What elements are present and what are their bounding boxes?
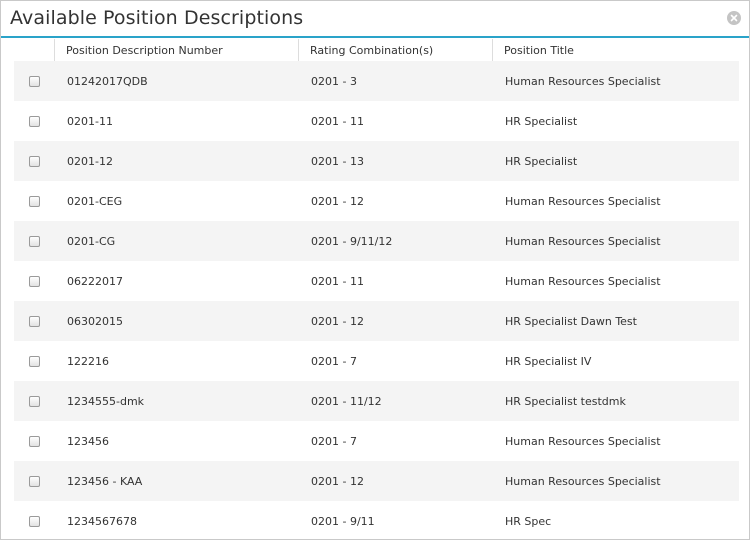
table-row[interactable]: 0201-CEG 0201 - 12 Human Resources Special… [14,181,739,221]
cell-position-title: HR Specialist [505,154,578,168]
row-checkbox-cell [14,275,54,287]
row-checkbox[interactable] [28,315,40,327]
cell-rating-combination: 0201 - 12 [311,194,364,208]
row-checkbox-cell [14,235,54,247]
cell-rating-combination: 0201 - 7 [311,354,357,368]
cell-position-number: 06302015 [67,314,123,328]
table-row[interactable]: 123456 - KAA 0201 - 12 Human Resources Spe… [14,461,739,501]
cell-position-number: 0201-CG [67,234,116,248]
row-checkbox[interactable] [28,515,40,527]
header-checkbox-column [14,39,54,61]
table-row[interactable]: 01242017QDB 0201 - 3 Human Resources Speci… [14,61,739,101]
table-header: Position Description Number Rating Combi… [14,39,739,61]
table-row[interactable]: 06222017 0201 - 11 Human Resources Special… [14,261,739,301]
cell-position-number: 122216 [67,354,109,368]
row-checkbox[interactable] [28,275,40,287]
cell-rating-combination: 0201 - 13 [311,154,364,168]
row-checkbox-cell [14,395,54,407]
row-checkbox-cell [14,155,54,167]
cell-position-title: HR Specialist testdmk [505,394,626,408]
row-checkbox-cell [14,475,54,487]
cell-rating-combination: 0201 - 11/12 [311,394,382,408]
cell-position-number: 06222017 [67,274,123,288]
table-row[interactable]: 0201-11 0201 - 11 HR Specialist [14,101,739,141]
position-descriptions-dialog: Available Position Descriptions Position… [0,0,750,540]
row-checkbox-cell [14,515,54,527]
cell-position-number: 0201-CEG [67,194,123,208]
row-checkbox[interactable] [28,115,40,127]
row-checkbox[interactable] [28,475,40,487]
cell-rating-combination: 0201 - 7 [311,434,357,448]
row-checkbox[interactable] [28,155,40,167]
cell-rating-combination: 0201 - 3 [311,74,357,88]
row-checkbox-cell [14,315,54,327]
cell-position-number: 123456 - KAA [67,474,143,488]
table-row[interactable]: 122216 0201 - 7 HR Specialist IV [14,341,739,381]
table-row[interactable]: 06302015 0201 - 12 HR Specialist Dawn Test [14,301,739,341]
cell-rating-combination: 0201 - 11 [311,274,364,288]
row-checkbox[interactable] [28,435,40,447]
table-row[interactable]: 1234567678 0201 - 9/11 HR Spec [14,501,739,539]
row-checkbox-cell [14,355,54,367]
dialog-title: Available Position Descriptions [10,7,304,29]
cell-rating-combination: 0201 - 9/11 [311,514,375,528]
cell-rating-combination: 0201 - 11 [311,114,364,128]
close-button[interactable] [727,11,741,25]
row-checkbox-cell [14,435,54,447]
cell-position-number: 1234555-dmk [67,394,145,408]
table-row[interactable]: 1234555-dmk 0201 - 11/12 HR Specialist tes… [14,381,739,421]
close-icon [730,14,738,22]
cell-position-title: Human Resources Specialist [505,234,661,248]
cell-position-title: HR Spec [505,514,552,528]
cell-position-title: HR Specialist Dawn Test [505,314,637,328]
cell-position-title: Human Resources Specialist [505,434,661,448]
column-header-rating[interactable]: Rating Combination(s) [298,39,492,61]
row-checkbox[interactable] [28,235,40,247]
column-header-number[interactable]: Position Description Number [54,39,298,61]
row-checkbox-cell [14,195,54,207]
row-checkbox[interactable] [28,395,40,407]
column-header-title[interactable]: Position Title [492,39,739,61]
cell-rating-combination: 0201 - 12 [311,474,364,488]
cell-position-title: HR Specialist [505,114,578,128]
cell-position-title: Human Resources Specialist [505,274,661,288]
table-row[interactable]: 0201-CG 0201 - 9/11/12 Human Resources Spe… [14,221,739,261]
cell-position-number: 01242017QDB [67,74,148,88]
position-descriptions-table: Position Description Number Rating Combi… [14,39,739,539]
table-row[interactable]: 0201-12 0201 - 13 HR Specialist [14,141,739,181]
row-checkbox-cell [14,75,54,87]
row-checkbox-cell [14,115,54,127]
dialog-header: Available Position Descriptions [1,1,749,38]
row-checkbox[interactable] [28,355,40,367]
table-body: 01242017QDB 0201 - 3 Human Resources Speci… [14,61,739,539]
cell-position-number: 1234567678 [67,514,137,528]
table-row[interactable]: 123456 0201 - 7 Human Resources Specialist [14,421,739,461]
cell-rating-combination: 0201 - 9/11/12 [311,234,393,248]
cell-position-number: 123456 [67,434,109,448]
cell-position-title: Human Resources Specialist [505,74,661,88]
row-checkbox[interactable] [28,195,40,207]
cell-rating-combination: 0201 - 12 [311,314,364,328]
cell-position-title: HR Specialist IV [505,354,592,368]
cell-position-title: Human Resources Specialist [505,474,661,488]
cell-position-number: 0201-11 [67,114,113,128]
cell-position-title: Human Resources Specialist [505,194,661,208]
cell-position-number: 0201-12 [67,154,113,168]
row-checkbox[interactable] [28,75,40,87]
